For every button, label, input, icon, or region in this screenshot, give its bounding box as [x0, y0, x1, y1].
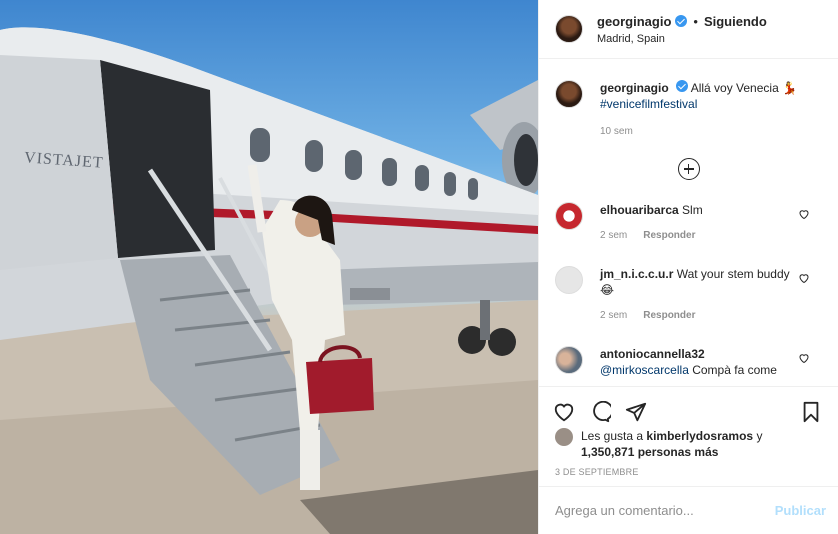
- comment-text: Slm: [682, 203, 703, 217]
- post-location[interactable]: Madrid, Spain: [597, 33, 767, 45]
- comment-username[interactable]: jm_n.i.c.c.u.r: [600, 267, 673, 281]
- verified-badge-icon: [675, 15, 688, 27]
- share-paper-plane-icon[interactable]: [625, 401, 647, 423]
- verified-badge-icon: [676, 80, 689, 92]
- likes-user[interactable]: kimberlydosramos: [646, 429, 753, 443]
- like-comment-heart-icon[interactable]: [798, 272, 810, 284]
- post-actions-bar: [539, 386, 838, 426]
- separator-dot: •: [693, 13, 698, 29]
- likes-summary: Les gusta a kimberlydosramos y 1,350,871…: [555, 428, 828, 460]
- caption-username[interactable]: georginagio: [600, 81, 669, 95]
- avatar[interactable]: [555, 15, 583, 43]
- avatar[interactable]: [555, 202, 583, 230]
- comment-time[interactable]: 2 sem: [600, 310, 627, 321]
- comment-username[interactable]: elhouaribarca: [600, 203, 679, 217]
- like-comment-heart-icon[interactable]: [798, 352, 810, 364]
- avatar[interactable]: [555, 346, 583, 374]
- author-username[interactable]: georginagio: [597, 14, 671, 29]
- comments-list[interactable]: georginagio Allá voy Venecia 💃 #venicefi…: [539, 60, 838, 385]
- avatar[interactable]: [555, 80, 583, 108]
- reply-button[interactable]: Responder: [643, 230, 695, 241]
- comment-time[interactable]: 2 sem: [600, 230, 627, 241]
- caption-hashtag[interactable]: #venicefilmfestival: [600, 97, 697, 111]
- post-caption: georginagio Allá voy Venecia 💃 #venicefi…: [555, 80, 822, 140]
- comment-username[interactable]: antoniocannella32: [600, 347, 705, 361]
- reply-button[interactable]: Responder: [643, 310, 695, 321]
- comment-bubble-icon[interactable]: [589, 400, 611, 423]
- likes-connector: y: [756, 429, 763, 443]
- avatar[interactable]: [555, 428, 573, 446]
- jet-scene-illustration: [0, 27, 538, 534]
- post-header: georginagio • Siguiendo Madrid, Spain: [539, 0, 838, 59]
- post-photo[interactable]: VISTAJET: [0, 0, 538, 534]
- caption-text: Allá voy Venecia 💃: [690, 81, 798, 95]
- like-heart-icon[interactable]: [553, 401, 575, 423]
- comment-item: jm_n.i.c.c.u.r Wat your stem buddy😂 2 se…: [555, 266, 822, 324]
- save-bookmark-icon[interactable]: [800, 401, 822, 423]
- comment-mention[interactable]: @mirkoscarcella: [600, 363, 689, 377]
- comment-text: Compà fa come: [692, 363, 777, 377]
- avatar[interactable]: [555, 266, 583, 294]
- comment-input[interactable]: [555, 503, 775, 518]
- post-sidebar: georginagio • Siguiendo Madrid, Spain ge…: [538, 0, 838, 534]
- like-comment-heart-icon[interactable]: [798, 208, 810, 220]
- post-date[interactable]: 3 DE SEPTIEMBRE: [555, 467, 639, 477]
- instagram-post: VISTAJET georginagio • Siguiendo Madrid,…: [0, 0, 838, 534]
- add-comment-bar: Publicar: [539, 486, 838, 534]
- likes-count-button[interactable]: 1,350,871 personas más: [581, 445, 718, 459]
- likes-prefix: Les gusta a: [581, 429, 644, 443]
- caption-time[interactable]: 10 sem: [600, 124, 797, 140]
- comment-item: elhouaribarca Slm 2 sem Responder: [555, 202, 822, 244]
- following-button[interactable]: Siguiendo: [704, 14, 767, 29]
- load-more-comments-icon[interactable]: [677, 158, 700, 180]
- publish-button[interactable]: Publicar: [775, 503, 826, 518]
- comment-item: antoniocannella32 @mirkoscarcella Compà …: [555, 346, 822, 378]
